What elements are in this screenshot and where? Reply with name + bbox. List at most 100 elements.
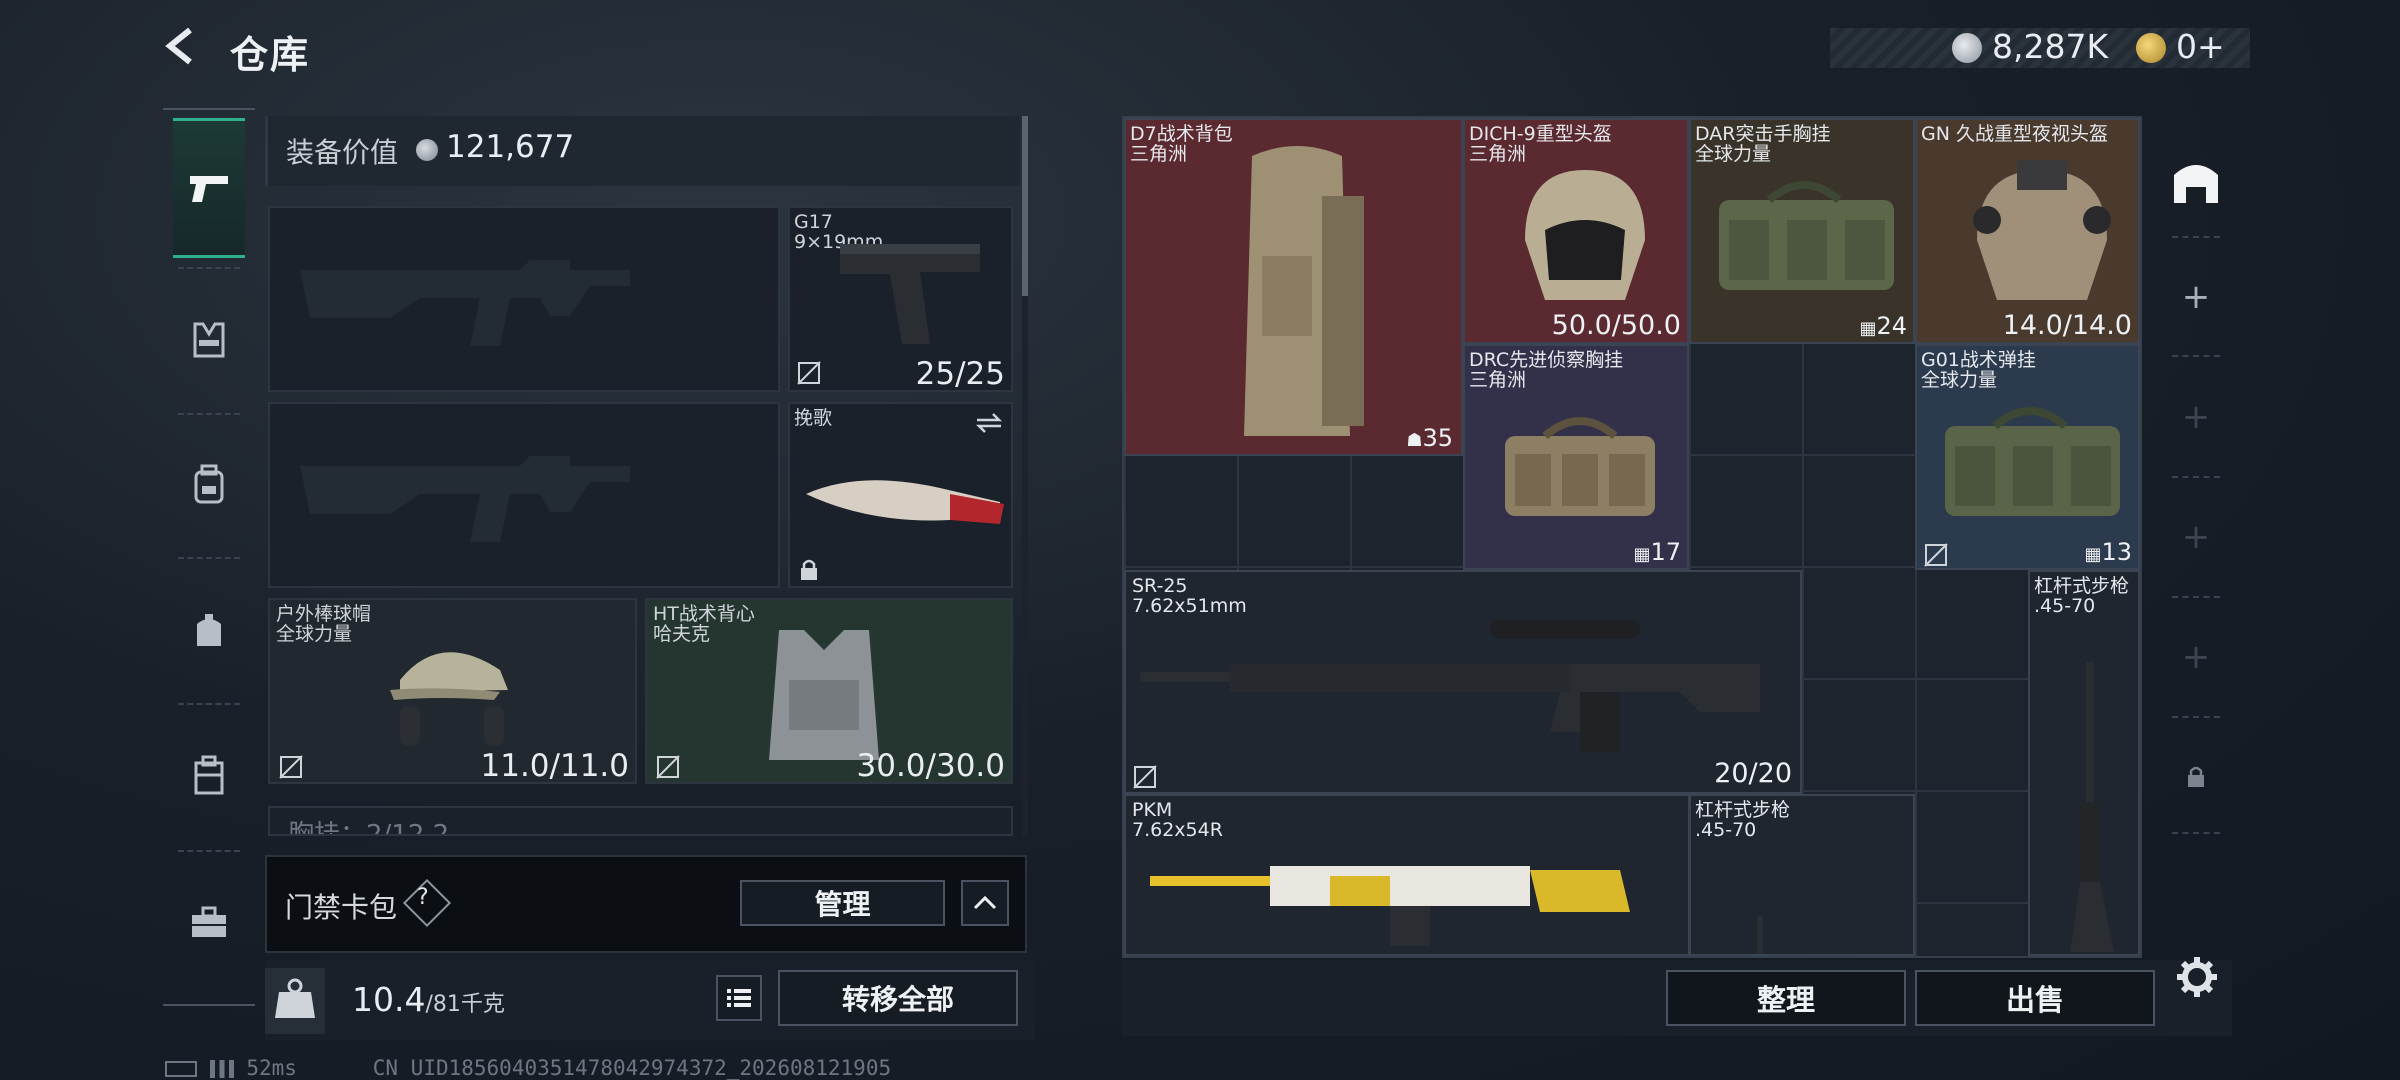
stash-item-backpack[interactable]: D7战术背包 三角洲 ☗35: [1124, 118, 1463, 456]
silver-coin-icon: [1952, 33, 1982, 63]
stash-item-nv-helmet[interactable]: GN 久战重型夜视头盔 14.0/14.0: [1915, 118, 2140, 344]
stash-item-recon-rig[interactable]: DRC先进侦察胸挂 三角洲 ▦17: [1463, 344, 1689, 570]
melee-slot[interactable]: 挽歌: [788, 402, 1013, 588]
item-value: ▦17: [1633, 538, 1681, 566]
primary-weapon-slot[interactable]: [268, 206, 780, 392]
tab-case[interactable]: [173, 706, 245, 846]
tab-briefcase[interactable]: [173, 853, 245, 993]
item-name: DAR突击手胸挂: [1695, 123, 1831, 145]
gold-coin-icon[interactable]: [2136, 33, 2166, 63]
rifle-silhouette-icon: [300, 456, 630, 542]
back-arrow-icon[interactable]: [160, 24, 204, 68]
divider: [178, 557, 240, 559]
sniper-rifle-icon: [1140, 620, 1760, 752]
add-stash-page-button[interactable]: +: [2165, 626, 2227, 688]
stash-item-sr25[interactable]: SR-25 7.62x51mm 20/20: [1124, 570, 1802, 794]
plus-icon: +: [2181, 517, 2211, 557]
tab-weapons[interactable]: [173, 118, 245, 258]
stash-item-ammo-rig[interactable]: G01战术弹挂 全球力量 ▦13: [1915, 344, 2140, 570]
equipment-value: 121,677: [446, 129, 575, 165]
manage-button[interactable]: 管理: [740, 880, 945, 926]
swap-icon[interactable]: [973, 410, 1005, 436]
armor-name: HT战术背心: [653, 603, 755, 625]
weight-icon: [275, 978, 315, 1018]
stash-item-lever-rifle[interactable]: 杠杆式步枪 .45-70: [1689, 794, 1915, 956]
item-value: 50.0/50.0: [1551, 310, 1681, 341]
pistol-slot[interactable]: G17 9×19mm 25/25: [788, 206, 1013, 392]
stash-item-lever-rifle-vertical[interactable]: 杠杆式步枪 .45-70: [2028, 570, 2140, 956]
equipment-value-label: 装备价值: [286, 136, 399, 169]
transfer-all-button[interactable]: 转移全部: [778, 970, 1018, 1026]
stash-item-helmet[interactable]: DICH-9重型头盔 三角洲 50.0/50.0: [1463, 118, 1689, 344]
tab-chest-rig[interactable]: [173, 270, 245, 410]
melee-name: 挽歌: [794, 407, 833, 429]
armor-slot[interactable]: HT战术背心 哈夫克 30.0/30.0: [645, 598, 1013, 784]
chevron-up-icon: [973, 895, 997, 910]
vest-icon: ▦: [2084, 544, 2102, 565]
item-origin: .45-70: [2034, 595, 2096, 617]
item-origin: 全球力量: [1695, 143, 1772, 165]
vest-icon: ▦: [1859, 318, 1877, 339]
vest-icon: ▦: [1633, 544, 1651, 565]
stash-item-chest-rig[interactable]: DAR突击手胸挂 全球力量 ▦24: [1689, 118, 1915, 344]
no-insure-icon: [1133, 765, 1157, 789]
stash-item-pkm[interactable]: PKM 7.62x54R: [1124, 794, 1690, 956]
scrollbar-thumb[interactable]: [1022, 116, 1028, 296]
item-name: D7战术背包: [1130, 123, 1233, 145]
sort-button[interactable]: 整理: [1666, 970, 1906, 1026]
item-origin: 三角洲: [1469, 369, 1527, 391]
helmet-slot[interactable]: 户外棒球帽 全球力量 11.0/11.0: [268, 598, 637, 784]
stash-page-main[interactable]: [2165, 150, 2227, 212]
item-value: ▦13: [2084, 538, 2132, 566]
plus-icon: +: [2181, 397, 2211, 437]
divider: [178, 703, 240, 705]
add-stash-page-button[interactable]: +: [2165, 386, 2227, 448]
helmet-icon: [1525, 170, 1645, 300]
divider: [2172, 716, 2220, 718]
item-value: 20/20: [1714, 758, 1792, 789]
lever-rifle-icon: [2070, 662, 2114, 952]
gold-currency-amount[interactable]: 0+: [2176, 27, 2225, 66]
item-name: SR-25: [1132, 575, 1188, 597]
help-icon-text: ?: [417, 885, 429, 910]
weight-icon-box: [265, 968, 325, 1034]
tab-pouch[interactable]: [173, 560, 245, 700]
item-name: DRC先进侦察胸挂: [1469, 349, 1624, 371]
no-insure-icon: [1924, 543, 1948, 567]
item-name: PKM: [1132, 799, 1173, 821]
no-insure-icon: [797, 361, 821, 385]
sell-button[interactable]: 出售: [1915, 970, 2155, 1026]
machine-gun-icon: [1150, 866, 1630, 946]
coin-icon: [416, 139, 438, 161]
chest-rig-icon: [1719, 181, 1894, 290]
chest-rig-row[interactable]: 胸挂：2/12 2: [268, 806, 1013, 836]
weight-max: /81千克: [425, 992, 505, 1017]
backpack-icon: [1244, 146, 1364, 436]
signal-icon: [209, 1060, 234, 1078]
collapse-button[interactable]: [961, 880, 1009, 926]
locked-stash-page[interactable]: [2165, 746, 2227, 808]
rifle-silhouette-icon: [300, 260, 630, 346]
tab-backpack[interactable]: [173, 415, 245, 555]
item-name: 杠杆式步枪: [1695, 799, 1791, 821]
weight-readout: 10.4/81千克: [352, 980, 505, 1019]
divider: [178, 267, 240, 269]
add-stash-page-button[interactable]: +: [2165, 266, 2227, 328]
silver-currency-amount: 8,287K: [1992, 27, 2109, 66]
settings-button[interactable]: [2166, 946, 2228, 1008]
item-value: ☗35: [1406, 424, 1453, 452]
access-card-label: 门禁卡包: [285, 891, 398, 924]
pistol-ammo: 25/25: [915, 356, 1005, 392]
briefcase-icon: [192, 906, 226, 937]
page-title: 仓库: [230, 33, 311, 77]
item-value: ▦24: [1859, 312, 1907, 340]
item-name: GN 久战重型夜视头盔: [1921, 123, 2108, 145]
item-name: DICH-9重型头盔: [1469, 123, 1612, 145]
item-name: 杠杆式步枪: [2034, 575, 2130, 597]
secondary-weapon-slot[interactable]: [268, 402, 780, 588]
gear-icon: [2177, 957, 2217, 997]
divider: [2172, 236, 2220, 238]
helmet-origin: 全球力量: [276, 623, 353, 645]
list-view-button[interactable]: [716, 975, 762, 1021]
add-stash-page-button[interactable]: +: [2165, 506, 2227, 568]
